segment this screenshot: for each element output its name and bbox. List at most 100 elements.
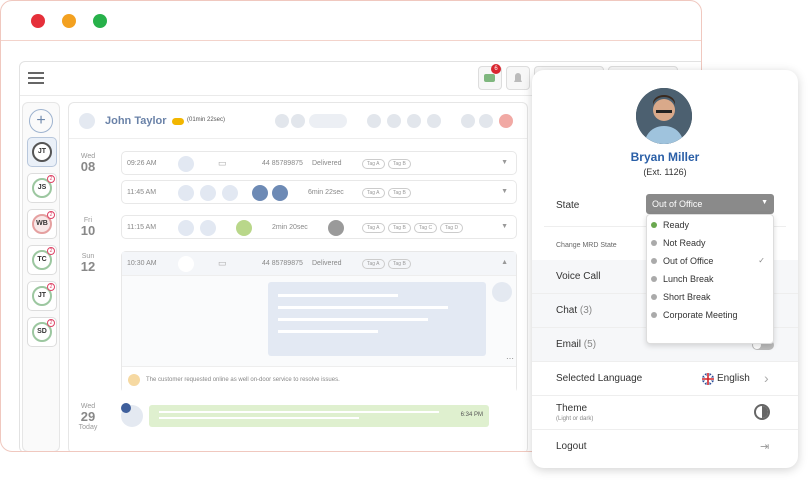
state-option-corporate-meeting[interactable]: Corporate Meeting xyxy=(647,307,773,325)
sidebar-item-5[interactable]: SD 2 xyxy=(27,317,57,347)
date-group-0: Wed 08 xyxy=(80,153,96,174)
unread-badge: 2 xyxy=(47,247,55,255)
messenger-icon xyxy=(272,185,288,201)
uk-flag-icon xyxy=(702,373,714,385)
hangup-icon[interactable] xyxy=(499,114,513,128)
message-bubble xyxy=(268,282,486,356)
maximize-window-button[interactable] xyxy=(93,14,107,28)
profile-panel: Bryan Miller (Ext. 1126) State Out of Of… xyxy=(532,70,798,468)
avatar xyxy=(222,185,238,201)
chat-icon: ▭ xyxy=(218,158,227,168)
date-group-1: Fri 10 xyxy=(80,217,96,238)
expanded-message: 10:30 AM ▭ 44 85789875 Delivered Tag A T… xyxy=(121,251,517,393)
minimize-window-button[interactable] xyxy=(62,14,76,28)
chat-notifications-button[interactable]: 6 xyxy=(478,64,502,90)
chevron-right-icon: › xyxy=(764,370,769,386)
avatar xyxy=(178,185,194,201)
table-row[interactable]: 11:15 AM 2min 20sec Tag A Tag B Tag C Ta… xyxy=(121,215,517,239)
caret-down-icon: ▼ xyxy=(761,199,768,206)
contacts-sidebar: + JT JS 2 WB 2 TC 2 JT 2 SD 2 xyxy=(22,102,60,451)
group-icon[interactable] xyxy=(367,114,381,128)
unread-badge: 2 xyxy=(47,211,55,219)
lock-icon[interactable] xyxy=(427,114,441,128)
conversation-header: John Taylor (01min 22sec) xyxy=(69,103,527,139)
avatar xyxy=(178,256,194,272)
search-icon[interactable] xyxy=(291,114,305,128)
contact-name: John Taylor xyxy=(105,115,167,127)
status-dot xyxy=(651,294,657,300)
more-icon[interactable]: ⋯ xyxy=(506,354,514,363)
profile-ext: (Ext. 1126) xyxy=(643,167,687,177)
status-dot xyxy=(651,222,657,228)
state-option-not-ready[interactable]: Not Ready xyxy=(647,235,773,253)
logout-row[interactable]: Logout ⇥ xyxy=(532,430,798,464)
language-value: English xyxy=(717,373,750,384)
avatar xyxy=(178,156,194,172)
table-row[interactable]: 11:45 AM 6min 22sec Tag A Tag B ▼ xyxy=(121,180,517,204)
state-label: State xyxy=(556,200,580,211)
bell-icon xyxy=(514,73,522,82)
timer-icon[interactable] xyxy=(387,114,401,128)
person-photo xyxy=(636,88,692,144)
menu-icon[interactable] xyxy=(28,72,44,84)
state-select[interactable]: Out of Office ▼ xyxy=(646,194,774,214)
change-mrd-label: Change MRD State xyxy=(556,242,617,249)
status-dot xyxy=(651,312,657,318)
bell-button[interactable] xyxy=(506,66,530,90)
contact-avatar xyxy=(79,113,95,129)
state-dropdown-menu: Ready Not Ready Out of Office ✓ Lunch Br… xyxy=(646,214,774,344)
note-bar: The customer requested online as well on… xyxy=(122,366,516,393)
avatar xyxy=(178,220,194,236)
state-option-short-break[interactable]: Short Break xyxy=(647,289,773,307)
messenger-icon xyxy=(121,403,131,413)
date-group-3: Wed 29 Today xyxy=(78,403,98,431)
call-timer: (01min 22sec) xyxy=(187,117,226,123)
avatar: JT xyxy=(32,142,52,162)
sidebar-item-3[interactable]: TC 2 xyxy=(27,245,57,275)
avatar xyxy=(200,220,216,236)
theme-icon[interactable] xyxy=(754,404,770,420)
note-text: The customer requested online as well on… xyxy=(146,377,340,383)
language-row[interactable]: Selected Language English › xyxy=(532,362,798,396)
phone-icon xyxy=(236,220,252,236)
title-bar xyxy=(1,1,701,41)
document-icon xyxy=(252,185,268,201)
table-row[interactable]: 10:30 AM ▭ 44 85789875 Delivered Tag A T… xyxy=(122,252,516,276)
add-contact-button[interactable]: + xyxy=(29,109,53,133)
table-row[interactable]: 09:26 AM ▭ 44 85789875 Delivered Tag A T… xyxy=(121,151,517,175)
profile-avatar xyxy=(636,88,692,144)
chevron-down-icon: ▼ xyxy=(501,159,508,166)
mic-icon[interactable] xyxy=(461,114,475,128)
sidebar-item-2[interactable]: WB 2 xyxy=(27,209,57,239)
profile-name: Bryan Miller xyxy=(630,150,700,164)
pause-icon[interactable] xyxy=(479,114,493,128)
state-option-lunch-break[interactable]: Lunch Break xyxy=(647,271,773,289)
state-option-ready[interactable]: Ready xyxy=(647,217,773,235)
transfer-icon[interactable] xyxy=(407,114,421,128)
unread-badge: 2 xyxy=(47,175,55,183)
unread-badge: 2 xyxy=(47,319,55,327)
agent-avatar xyxy=(492,282,512,302)
chat-icon: ▭ xyxy=(218,258,227,268)
state-option-out-of-office[interactable]: Out of Office ✓ xyxy=(647,253,773,271)
unread-badge: 2 xyxy=(47,283,55,291)
logout-icon: ⇥ xyxy=(760,441,770,453)
sidebar-item-1[interactable]: JS 2 xyxy=(27,173,57,203)
chat-badge: 6 xyxy=(491,64,501,74)
thumbs-up-icon xyxy=(128,374,140,386)
filter-select[interactable] xyxy=(309,114,347,128)
status-dot xyxy=(651,258,657,264)
sidebar-item-0[interactable]: JT xyxy=(27,137,57,167)
theme-row[interactable]: Theme (Light or dark) xyxy=(532,396,798,430)
chevron-up-icon: ▲ xyxy=(501,259,508,266)
chevron-down-icon: ▼ xyxy=(501,223,508,230)
conversation-panel: John Taylor (01min 22sec) Wed 08 09:26 AM… xyxy=(68,102,528,451)
calendar-icon[interactable] xyxy=(275,114,289,128)
checkmark-icon: ✓ xyxy=(758,256,765,265)
timer-icon xyxy=(172,118,184,125)
close-window-button[interactable] xyxy=(31,14,45,28)
date-group-2: Sun 12 xyxy=(80,253,96,274)
sidebar-item-4[interactable]: JT 2 xyxy=(27,281,57,311)
chevron-down-icon: ▼ xyxy=(501,188,508,195)
status-dot xyxy=(651,240,657,246)
